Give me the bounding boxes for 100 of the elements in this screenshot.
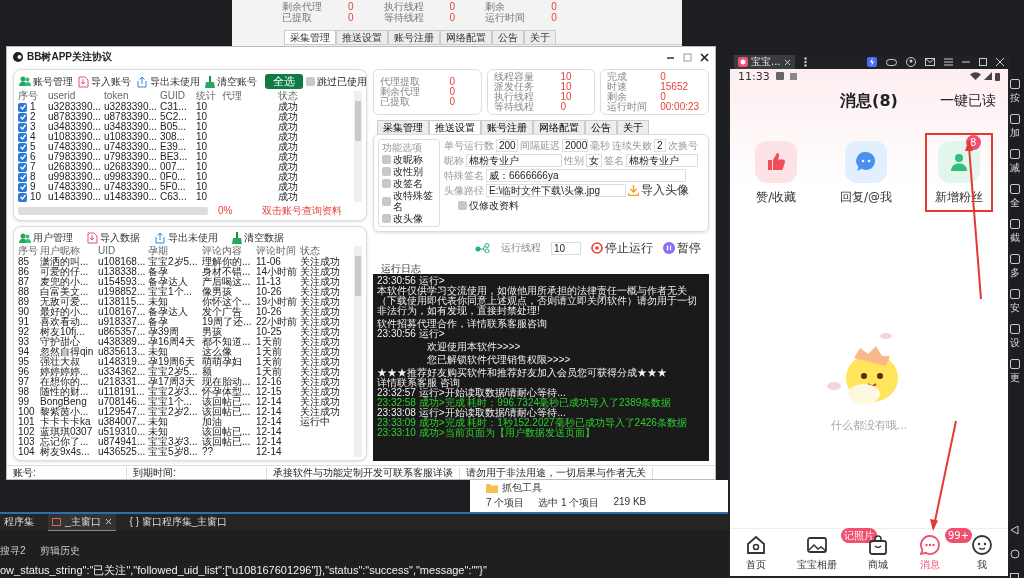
input-field[interactable]: 棉粉专业户 [466,154,562,167]
checkbox[interactable] [18,122,27,132]
tool-icon[interactable] [1010,184,1020,194]
gamepad-icon[interactable] [886,57,897,67]
toolbar-button[interactable]: 导出未使用 [153,232,219,244]
battery-icon [995,71,1000,81]
table-cell-text: 关注成功 [300,387,341,397]
home-icon[interactable] [1010,549,1020,559]
tab[interactable]: 账号注册 [481,120,533,134]
checkbox[interactable] [458,201,467,210]
checkbox[interactable] [18,102,27,112]
toolbar-button[interactable]: 用户管理 [18,232,74,244]
pause-button[interactable]: 暂停 [663,239,701,257]
checkbox[interactable] [18,192,27,202]
checkbox[interactable] [18,152,27,162]
lightning-icon[interactable] [867,57,877,67]
input-field[interactable]: 200 [496,139,518,152]
close-icon[interactable] [700,52,709,62]
app-logo-icon [13,52,23,62]
tab[interactable]: 账号注册 [388,30,440,44]
checkbox[interactable] [382,196,391,206]
select-all-button[interactable]: 全选 [265,74,303,89]
tab[interactable]: 关于 [524,30,556,44]
panel-tab[interactable]: 剪辑历史 [39,544,80,558]
tool-icon[interactable] [1010,219,1020,229]
mail-icon[interactable] [925,58,935,66]
import-avatar-button[interactable]: 导入头像 [628,182,689,199]
tool-icon[interactable] [1010,289,1020,299]
input-field[interactable]: 2000 [562,139,588,152]
input-field[interactable]: 棉粉专业户 [626,154,698,167]
toolbar-button[interactable]: 清空数据 [231,232,285,244]
table-cell-text: u9983390... [104,172,158,182]
stat-label: 剩余代理 [282,1,322,12]
checkbox[interactable] [18,112,27,122]
field-label: 运行线程 [501,241,541,255]
toolbar-button[interactable]: 导入数据 [86,232,141,244]
nav-tab[interactable]: 宝宝相册 [793,533,841,572]
chat-bubble-icon [919,533,941,556]
tab[interactable]: 公告 [585,120,617,134]
tab[interactable]: 推送设置 [336,30,388,44]
table-cell-text: 94 [18,347,31,357]
close-tab-icon[interactable] [783,58,791,66]
more-icon[interactable] [803,57,807,67]
tool-label: 多 [1010,266,1020,280]
checkbox[interactable] [306,77,315,86]
tool-icon[interactable] [1010,359,1020,369]
user-icon[interactable] [906,57,916,67]
toolbar-button[interactable]: 导出未使用 [135,75,201,88]
close-tab-icon[interactable] [104,518,112,525]
input-field[interactable]: 威：6666666ya [486,169,686,182]
checkbox[interactable] [382,155,391,164]
tab[interactable]: 采集管理 [284,30,336,44]
checkbox[interactable] [382,214,391,223]
checkbox[interactable] [18,132,27,142]
table-cell-text: BongBeng [40,397,88,407]
minimize-icon[interactable] [962,58,970,66]
checkbox[interactable] [382,167,391,176]
panel-tab[interactable]: 搜寻2 [0,544,26,558]
notification-icon [775,72,784,80]
tab[interactable]: 推送设置 [429,120,481,134]
tool-icon[interactable] [1010,114,1020,124]
tab[interactable]: 公告 [492,30,524,44]
checkbox-label: 改特殊签名 [393,190,434,212]
checkbox[interactable] [18,172,27,182]
checkbox[interactable] [18,142,27,152]
table-cell-text: 宝宝2岁5... [148,257,199,267]
log-line: 23:32:57 运行>开始读取数据/请耐心等待... [377,388,567,398]
input-field[interactable]: E:\临时文件下载\头像.jpg [486,184,626,197]
checkbox[interactable] [382,179,391,188]
tool-icon[interactable] [1010,324,1020,334]
editor-tab[interactable]: _主窗口 [48,513,116,531]
message-category-button[interactable]: 回复/@我 [829,133,902,212]
editor-tab[interactable]: 程序集 [0,514,38,530]
stop-button[interactable]: 停止运行 [591,239,653,257]
nav-tab[interactable]: 消息 [915,533,945,572]
message-category-button[interactable]: 赞/收藏 [745,133,808,212]
input-field[interactable]: 2 [654,139,666,152]
nav-tab[interactable]: 首页 [741,533,771,572]
tab[interactable]: 网络配置 [533,120,585,134]
field-label: 间隔延迟 [520,138,560,153]
checkbox[interactable] [18,162,27,172]
tool-icon[interactable] [1010,79,1020,89]
back-icon[interactable] [1010,525,1019,535]
toolbar-button[interactable]: 账号管理 [18,75,74,88]
tool-icon[interactable] [1010,149,1020,159]
mark-all-read-link[interactable]: 一键已读 [940,92,996,110]
toolbar-button[interactable]: 清空账号 [204,75,258,88]
table-cell-text: u3483390... [48,122,102,132]
tab[interactable]: 关于 [617,120,649,134]
tab[interactable]: 网络配置 [440,30,492,44]
editor-tab[interactable]: { } 窗口程序集_主窗口 [125,514,232,530]
tab[interactable]: 采集管理 [377,120,429,134]
input-field[interactable]: 女 [586,154,602,167]
menu-icon[interactable] [944,58,953,66]
input-field[interactable]: 10 [551,241,581,255]
tool-icon[interactable] [1010,254,1020,264]
maximize-icon[interactable] [979,58,987,66]
checkbox[interactable] [18,182,27,192]
toolbar-button[interactable]: 导入账号 [77,75,132,88]
log-line: 您已解锁软件代理销售权限>>>> [426,353,572,365]
